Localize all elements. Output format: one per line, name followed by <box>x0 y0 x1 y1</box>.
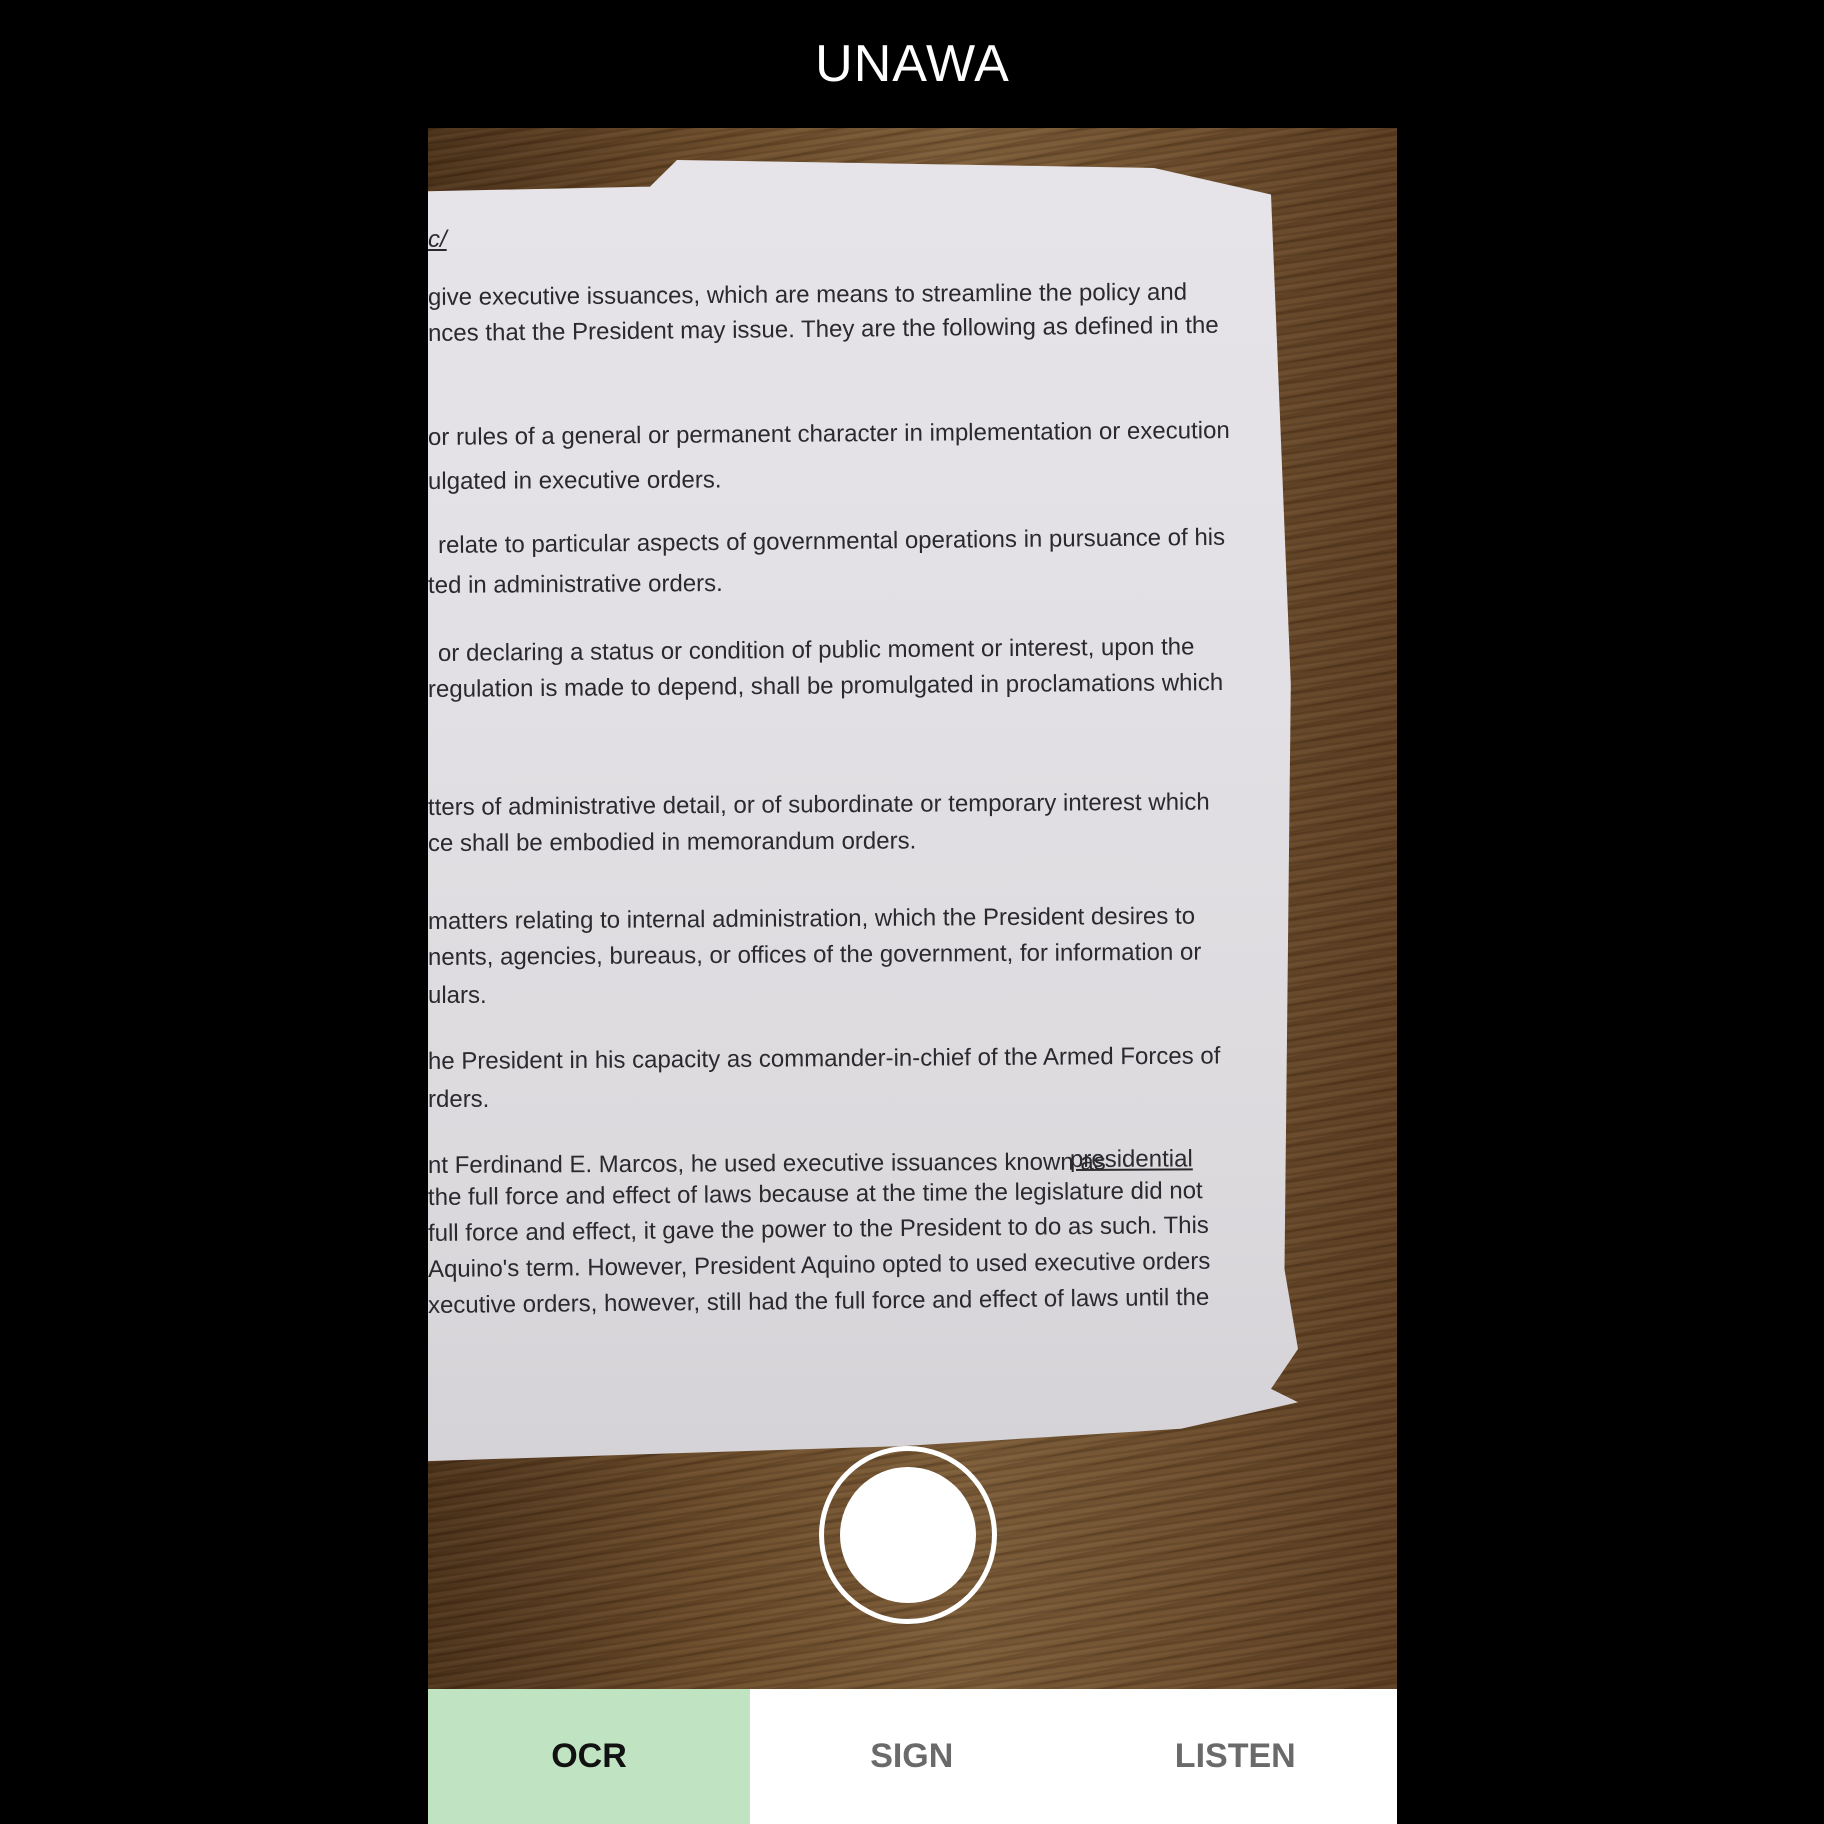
document-line: Aquino's term. However, President Aquino… <box>428 1247 1211 1283</box>
document-line-underlined: presidential <box>1069 1145 1193 1173</box>
document-line: full force and effect, it gave the power… <box>428 1211 1209 1247</box>
document-line: nents, agencies, bureaus, or offices of … <box>428 938 1202 971</box>
document-line: ted in administrative orders. <box>428 569 723 599</box>
document-line: relate to particular aspects of governme… <box>437 523 1226 559</box>
shutter-icon <box>840 1467 976 1603</box>
document-line: ce shall be embodied in memorandum order… <box>428 827 917 857</box>
document-line: c/ <box>428 226 447 253</box>
document-line: ulgated in executive orders. <box>428 466 722 495</box>
document-line: nces that the President may issue. They … <box>428 311 1219 347</box>
camera-viewfinder[interactable]: c/ give executive issuances, which are m… <box>428 128 1397 1689</box>
mode-tab-bar: OCR SIGN LISTEN <box>428 1689 1397 1824</box>
document-line: or rules of a general or permanent chara… <box>428 417 1230 451</box>
document-line: rders. <box>428 1086 490 1113</box>
app-bar: UNAWA <box>428 0 1397 128</box>
tab-ocr[interactable]: OCR <box>428 1689 750 1824</box>
app-title: UNAWA <box>815 35 1010 93</box>
capture-button[interactable] <box>819 1446 997 1624</box>
document-paper: c/ give executive issuances, which are m… <box>428 159 1298 1463</box>
app-screen: UNAWA c/ give executive issuances, which… <box>428 0 1397 1824</box>
document-line: or declaring a status or condition of pu… <box>437 633 1195 667</box>
tab-sign[interactable]: SIGN <box>750 1689 1074 1824</box>
document-line: xecutive orders, however, still had the … <box>428 1283 1210 1319</box>
tab-listen[interactable]: LISTEN <box>1074 1689 1398 1824</box>
document-line: matters relating to internal administrat… <box>428 902 1196 935</box>
document-line: tters of administrative detail, or of su… <box>428 788 1210 821</box>
document-line: regulation is made to depend, shall be p… <box>428 669 1224 703</box>
document-line: the full force and effect of laws becaus… <box>428 1177 1203 1211</box>
document-line: give executive issuances, which are mean… <box>428 278 1188 311</box>
document-line: he President in his capacity as commande… <box>428 1042 1221 1075</box>
document-line: nt Ferdinand E. Marcos, he used executiv… <box>428 1148 1106 1179</box>
document-line: ulars. <box>428 982 487 1009</box>
